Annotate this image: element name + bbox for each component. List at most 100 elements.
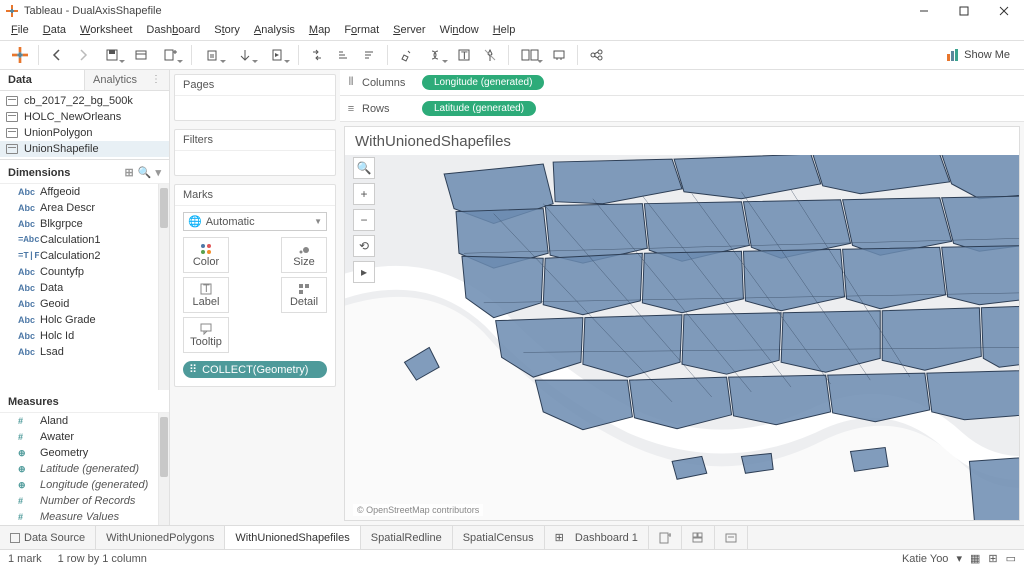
new-dashboard-tab[interactable] [682,526,715,549]
pages-card[interactable]: Pages [174,74,336,121]
menu-file[interactable]: File [4,24,36,36]
map-viz[interactable]: WithUnionedShapefiles 🔍 + − ⟲ ▸ © OpenSt… [344,126,1020,521]
zoom-home-button[interactable]: ⟲ [353,235,375,257]
zoom-out-button[interactable]: − [353,209,375,231]
tableau-icon[interactable] [8,43,32,67]
search-icon[interactable]: 🔍 [138,166,152,179]
datasource-item[interactable]: cb_2017_22_bg_500k [0,93,169,109]
menu-window[interactable]: Window [433,24,486,36]
group-button[interactable] [420,43,450,67]
field-item[interactable]: AbcBlkgrpce [0,216,158,232]
analytics-tab[interactable]: Analytics⋮ [84,70,169,90]
field-item[interactable]: AbcHolc Id [0,328,158,344]
field-item[interactable]: #Number of Records [0,493,158,509]
marks-type-select[interactable]: 🌐 Automatic▼ [183,212,327,231]
field-item[interactable]: AbcArea Descr [0,200,158,216]
marks-tooltip-button[interactable]: Tooltip [183,317,229,353]
autoupdate-button[interactable] [230,43,260,67]
marks-label-button[interactable]: TLabel [183,277,229,313]
datasource-item[interactable]: UnionShapefile [0,141,169,157]
menu-data[interactable]: Data [36,24,73,36]
menu-dashboard[interactable]: Dashboard [139,24,207,36]
clear-button[interactable] [198,43,228,67]
pin-button[interactable] [478,43,502,67]
tab-menu-icon[interactable]: ⋮ [151,74,161,85]
save-button[interactable] [97,43,127,67]
field-item[interactable]: AbcGeoid [0,296,158,312]
field-item[interactable]: AbcCountyfp [0,264,158,280]
map-search-button[interactable]: 🔍 [353,157,375,179]
marks-detail-button[interactable]: Detail [281,277,327,313]
sort-desc-button[interactable] [357,43,381,67]
sorter-icon[interactable]: ⊞ [988,552,997,565]
new-datasource-button[interactable] [129,43,153,67]
zoom-in-button[interactable]: + [353,183,375,205]
field-item[interactable]: ⊕Latitude (generated) [0,461,158,477]
forward-button[interactable] [71,43,95,67]
filmstrip-icon[interactable]: ▦ [970,552,980,565]
marks-size-button[interactable]: Size [281,237,327,273]
swap-button[interactable] [305,43,329,67]
fit-button[interactable] [515,43,545,67]
field-item[interactable]: AbcAffgeoid [0,184,158,200]
sheet-tab[interactable]: WithUnionedPolygons [96,526,225,549]
new-worksheet-button[interactable] [155,43,185,67]
new-story-tab[interactable] [715,526,748,549]
field-item[interactable]: AbcData [0,280,158,296]
menu-icon[interactable]: ▾ [155,166,161,179]
sort-asc-button[interactable] [331,43,355,67]
datasource-item[interactable]: HOLC_NewOrleans [0,109,169,125]
show-me-button[interactable]: Show Me [940,48,1016,62]
field-type-icon: # [18,496,34,506]
sheet-tab[interactable]: WithUnionedShapefiles [225,526,360,549]
minimize-button[interactable] [904,0,944,22]
columns-pill[interactable]: Longitude (generated) [422,75,544,90]
dashboard-tab[interactable]: ⊞ Dashboard 1 [545,526,649,549]
highlight-button[interactable] [394,43,418,67]
field-item[interactable]: #Measure Values [0,509,158,525]
svg-text:T: T [203,283,210,295]
new-worksheet-tab[interactable] [649,526,682,549]
menu-help[interactable]: Help [486,24,523,36]
rows-pill[interactable]: Latitude (generated) [422,101,536,116]
view-icon[interactable]: ⊞ [125,166,134,179]
dimensions-scrollbar[interactable] [158,184,169,390]
maximize-button[interactable] [944,0,984,22]
close-button[interactable] [984,0,1024,22]
show-tabs-icon[interactable]: ▭ [1006,552,1016,565]
field-item[interactable]: ⊕Longitude (generated) [0,477,158,493]
datasource-tab[interactable]: Data Source [0,526,96,549]
run-button[interactable] [262,43,292,67]
field-item[interactable]: ⊕Geometry [0,445,158,461]
map-tools-button[interactable]: ▸ [353,261,375,283]
menu-map[interactable]: Map [302,24,337,36]
datasource-item[interactable]: UnionPolygon [0,125,169,141]
field-item[interactable]: #Aland [0,413,158,429]
field-item[interactable]: AbcHolc Grade [0,312,158,328]
menu-analysis[interactable]: Analysis [247,24,302,36]
marks-color-button[interactable]: Color [183,237,229,273]
columns-shelf[interactable]: ⦀ Columns Longitude (generated) [340,70,1024,96]
text-button[interactable]: T [452,43,476,67]
marks-pill[interactable]: ⠿COLLECT(Geometry) [183,361,327,378]
presentation-button[interactable] [547,43,571,67]
menu-story[interactable]: Story [207,24,247,36]
data-tab[interactable]: Data [0,70,84,90]
share-button[interactable] [584,43,608,67]
measures-scrollbar[interactable] [158,413,169,525]
back-button[interactable] [45,43,69,67]
menu-format[interactable]: Format [337,24,386,36]
sheet-tab[interactable]: SpatialCensus [453,526,545,549]
field-item[interactable]: =AbcCalculation1 [0,232,158,248]
field-item[interactable]: =T|FCalculation2 [0,248,158,264]
filters-card[interactable]: Filters [174,129,336,176]
status-user-caret[interactable]: ▾ [956,552,962,565]
field-item[interactable]: AbcLsad [0,344,158,360]
status-marks: 1 mark [8,553,42,565]
sheet-tab[interactable]: SpatialRedline [361,526,453,549]
field-item[interactable]: #Awater [0,429,158,445]
menu-worksheet[interactable]: Worksheet [73,24,139,36]
menu-server[interactable]: Server [386,24,432,36]
rows-shelf[interactable]: ≡ Rows Latitude (generated) [340,96,1024,122]
viz-title[interactable]: WithUnionedShapefiles [355,133,511,150]
